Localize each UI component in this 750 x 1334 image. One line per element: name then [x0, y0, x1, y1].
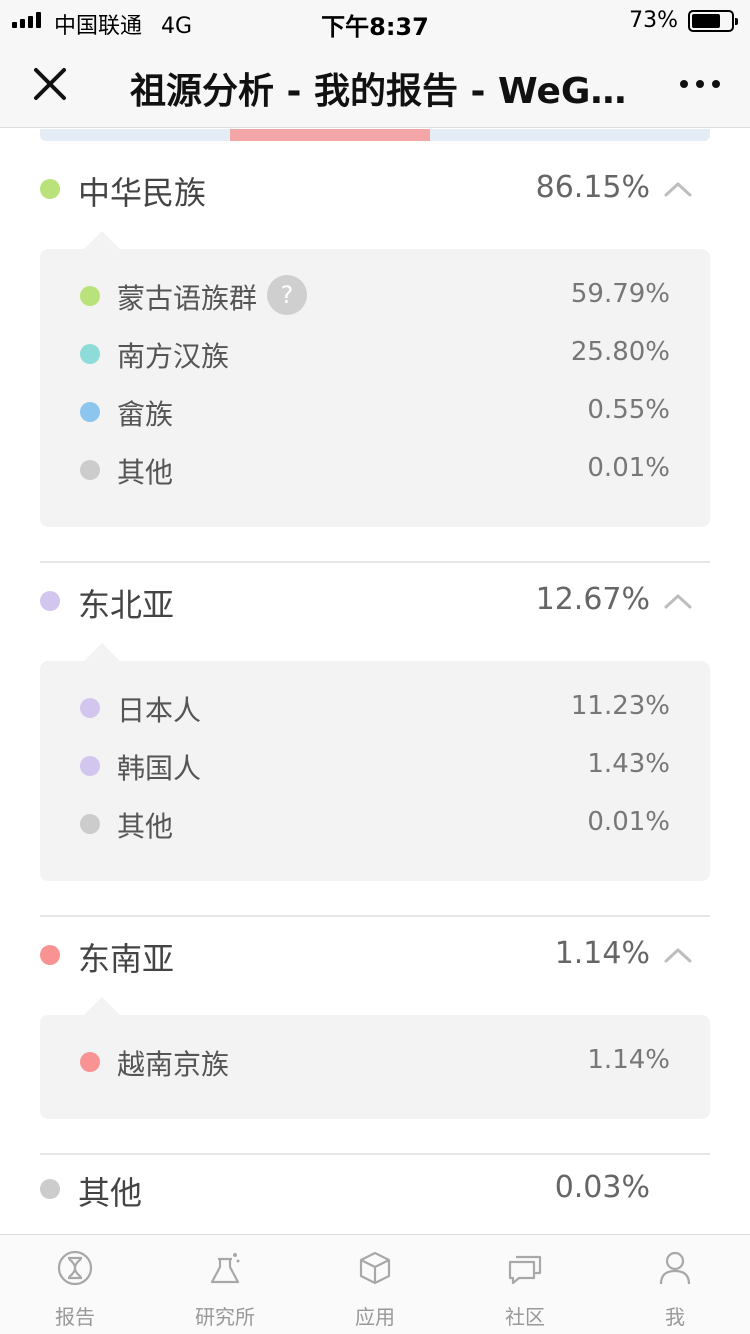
battery-percent: 73%	[629, 8, 678, 33]
group-header[interactable]: 其他 0.03%	[40, 1159, 710, 1219]
subgroup-color-dot	[80, 402, 100, 422]
subgroup-panel: 日本人 11.23% 韩国人 1.43% 其他 0.01%	[40, 643, 710, 881]
subgroup-row: 畲族 0.55%	[40, 383, 710, 441]
close-icon	[34, 68, 66, 100]
subgroup-row: 越南京族 1.14%	[40, 1033, 710, 1091]
ancestry-content[interactable]: 中华民族 86.15% 蒙古语族群? 59.79% 南方汉族 25.80% 畲族 0.55% 其…	[0, 129, 750, 1234]
tab-label: 应用	[355, 1305, 395, 1329]
subgroup-name: 畲族	[117, 398, 174, 431]
help-icon[interactable]: ?	[267, 275, 307, 315]
more-dots-icon	[680, 80, 688, 88]
subgroup-name: 日本人	[117, 694, 202, 727]
tab-label: 报告	[55, 1305, 95, 1329]
subgroup-percent: 11.23%	[570, 691, 670, 721]
subgroup-color-dot	[80, 460, 100, 480]
chevron-up-icon[interactable]	[664, 181, 692, 197]
subgroup-row: 韩国人 1.43%	[40, 737, 710, 795]
battery-icon	[688, 10, 738, 32]
subgroup-percent: 0.01%	[587, 807, 670, 837]
subgroup-color-dot	[80, 756, 100, 776]
subgroup-percent: 0.01%	[587, 453, 670, 483]
section-divider	[40, 915, 710, 917]
subgroup-color-dot	[80, 286, 100, 306]
tab-bar: 报告 研究所 应用 社区 我	[0, 1234, 750, 1334]
group-color-dot	[40, 945, 60, 965]
subgroup-color-dot	[80, 344, 100, 364]
subgroup-color-dot	[80, 814, 100, 834]
group-name: 中华民族	[78, 174, 207, 212]
subgroup-row: 蒙古语族群? 59.79%	[40, 267, 710, 325]
subgroup-color-dot	[80, 1052, 100, 1072]
group-name: 其他	[78, 1174, 143, 1212]
chevron-up-icon[interactable]	[664, 593, 692, 609]
subgroup-row: 日本人 11.23%	[40, 679, 710, 737]
group-name: 东北亚	[78, 586, 175, 624]
subgroup-name: 韩国人	[117, 752, 202, 785]
subgroup-panel: 蒙古语族群? 59.79% 南方汉族 25.80% 畲族 0.55% 其他 0.01%	[40, 231, 710, 527]
group-header[interactable]: 东南亚 1.14%	[40, 925, 710, 985]
group-color-dot	[40, 1179, 60, 1199]
group-percent: 0.03%	[554, 1170, 650, 1205]
subgroup-row: 其他 0.01%	[40, 441, 710, 499]
subgroup-name: 其他	[117, 456, 174, 489]
section-divider	[40, 1153, 710, 1155]
subgroup-row: 南方汉族 25.80%	[40, 325, 710, 383]
group-color-dot	[40, 591, 60, 611]
subgroup-name: 其他	[117, 810, 174, 843]
subgroup-color-dot	[80, 698, 100, 718]
group-header[interactable]: 中华民族 86.15%	[40, 159, 710, 219]
subgroup-name: 越南京族	[117, 1048, 230, 1081]
subgroup-panel: 越南京族 1.14%	[40, 997, 710, 1119]
battery-fill	[692, 14, 720, 28]
chevron-up-icon[interactable]	[664, 947, 692, 963]
subgroup-percent: 1.43%	[587, 749, 670, 779]
subgroup-percent: 25.80%	[570, 337, 670, 367]
tab-label: 研究所	[195, 1305, 255, 1329]
tab-3[interactable]: 应用	[300, 1235, 450, 1334]
section-divider	[40, 561, 710, 563]
subgroup-name: 南方汉族	[117, 340, 230, 373]
group-percent: 86.15%	[535, 170, 650, 205]
page-title: 祖源分析 - 我的报告 - WeG...	[130, 71, 630, 112]
group-percent: 12.67%	[535, 582, 650, 617]
panel-notch	[84, 643, 120, 661]
subgroup-row: 其他 0.01%	[40, 795, 710, 853]
subgroup-percent: 59.79%	[570, 279, 670, 309]
tab-label: 我	[665, 1305, 685, 1329]
tab-5[interactable]: 我	[600, 1235, 750, 1334]
tab-1[interactable]: 报告	[0, 1235, 150, 1334]
subgroup-name: 蒙古语族群	[117, 282, 258, 315]
subgroup-percent: 0.55%	[587, 395, 670, 425]
tab-2[interactable]: 研究所	[150, 1235, 300, 1334]
status-bar: 中国联通 4G 下午8:37 73%	[0, 0, 750, 41]
group-header[interactable]: 东北亚 12.67%	[40, 571, 710, 631]
panel-notch	[84, 997, 120, 1015]
nav-bar: 祖源分析 - 我的报告 - WeG...	[0, 40, 750, 128]
group-percent: 1.14%	[554, 936, 650, 971]
group-name: 东南亚	[78, 940, 175, 978]
more-options-button[interactable]	[670, 64, 730, 104]
panel-notch	[84, 231, 120, 249]
subgroup-percent: 1.14%	[587, 1045, 670, 1075]
group-color-dot	[40, 179, 60, 199]
close-button[interactable]	[26, 60, 74, 108]
ancestry-map	[40, 129, 710, 141]
tab-label: 社区	[505, 1305, 545, 1329]
tab-4[interactable]: 社区	[450, 1235, 600, 1334]
